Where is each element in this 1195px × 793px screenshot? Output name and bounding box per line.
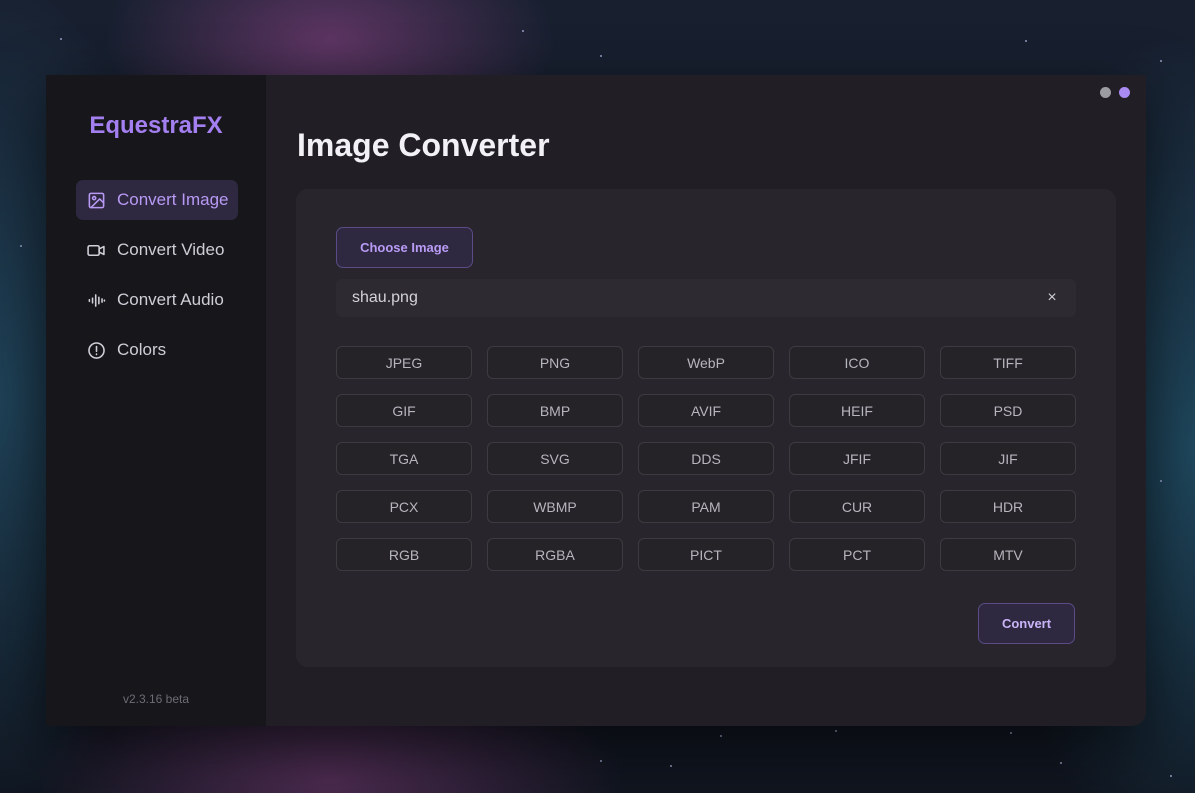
sidebar-item-colors[interactable]: Colors [76, 330, 238, 370]
format-option-pct[interactable]: PCT [789, 538, 925, 571]
main-content: Image Converter Choose Image shau.png × … [266, 75, 1146, 726]
format-option-rgb[interactable]: RGB [336, 538, 472, 571]
format-option-hdr[interactable]: HDR [940, 490, 1076, 523]
format-option-jfif[interactable]: JFIF [789, 442, 925, 475]
format-option-heif[interactable]: HEIF [789, 394, 925, 427]
sidebar-nav: Convert Image Convert Video Convert Audi… [76, 180, 238, 380]
format-option-psd[interactable]: PSD [940, 394, 1076, 427]
sidebar-item-label: Convert Image [117, 190, 229, 209]
format-option-tiff[interactable]: TIFF [940, 346, 1076, 379]
format-option-cur[interactable]: CUR [789, 490, 925, 523]
converter-panel: Choose Image shau.png × JPEG PNG WebP ICO TI… [296, 189, 1116, 667]
sidebar-item-convert-audio[interactable]: Convert Audio [76, 280, 238, 320]
audio-waveform-icon [86, 290, 106, 310]
format-option-wbmp[interactable]: WBMP [487, 490, 623, 523]
sidebar-item-label: Convert Audio [117, 290, 224, 309]
choose-image-button[interactable]: Choose Image [336, 227, 473, 268]
format-option-jif[interactable]: JIF [940, 442, 1076, 475]
window-control-dot-gray[interactable] [1100, 87, 1111, 98]
video-camera-icon [86, 240, 106, 260]
sidebar: EquestraFX Convert Image Convert Video C… [46, 75, 266, 726]
version-label: v2.3.16 beta [122, 692, 190, 706]
format-option-webp[interactable]: WebP [638, 346, 774, 379]
format-grid: JPEG PNG WebP ICO TIFF GIF BMP AVIF HEIF PSD TGA SV… [336, 346, 1076, 571]
format-option-mtv[interactable]: MTV [940, 538, 1076, 571]
window-control-dot-purple[interactable] [1119, 87, 1130, 98]
format-option-bmp[interactable]: BMP [487, 394, 623, 427]
app-window: EquestraFX Convert Image Convert Video C… [46, 75, 1146, 726]
sidebar-item-convert-video[interactable]: Convert Video [76, 230, 238, 270]
selected-file-row: shau.png × [336, 279, 1076, 317]
sidebar-item-convert-image[interactable]: Convert Image [76, 180, 238, 220]
clear-file-button[interactable]: × [1044, 289, 1060, 307]
format-option-gif[interactable]: GIF [336, 394, 472, 427]
sidebar-item-label: Convert Video [117, 240, 225, 259]
selected-file-name: shau.png [352, 289, 418, 306]
sidebar-item-label: Colors [117, 340, 167, 359]
format-option-avif[interactable]: AVIF [638, 394, 774, 427]
image-icon [86, 190, 106, 210]
format-option-jpeg[interactable]: JPEG [336, 346, 472, 379]
convert-button[interactable]: Convert [978, 603, 1075, 644]
format-option-tga[interactable]: TGA [336, 442, 472, 475]
format-option-ico[interactable]: ICO [789, 346, 925, 379]
format-option-pict[interactable]: PICT [638, 538, 774, 571]
window-controls [1100, 87, 1130, 98]
brand-logo: EquestraFX [89, 112, 223, 139]
format-option-pcx[interactable]: PCX [336, 490, 472, 523]
format-option-svg[interactable]: SVG [487, 442, 623, 475]
format-option-rgba[interactable]: RGBA [487, 538, 623, 571]
page-title: Image Converter [297, 127, 550, 163]
format-option-png[interactable]: PNG [487, 346, 623, 379]
format-option-dds[interactable]: DDS [638, 442, 774, 475]
alert-circle-icon [86, 340, 106, 360]
format-option-pam[interactable]: PAM [638, 490, 774, 523]
